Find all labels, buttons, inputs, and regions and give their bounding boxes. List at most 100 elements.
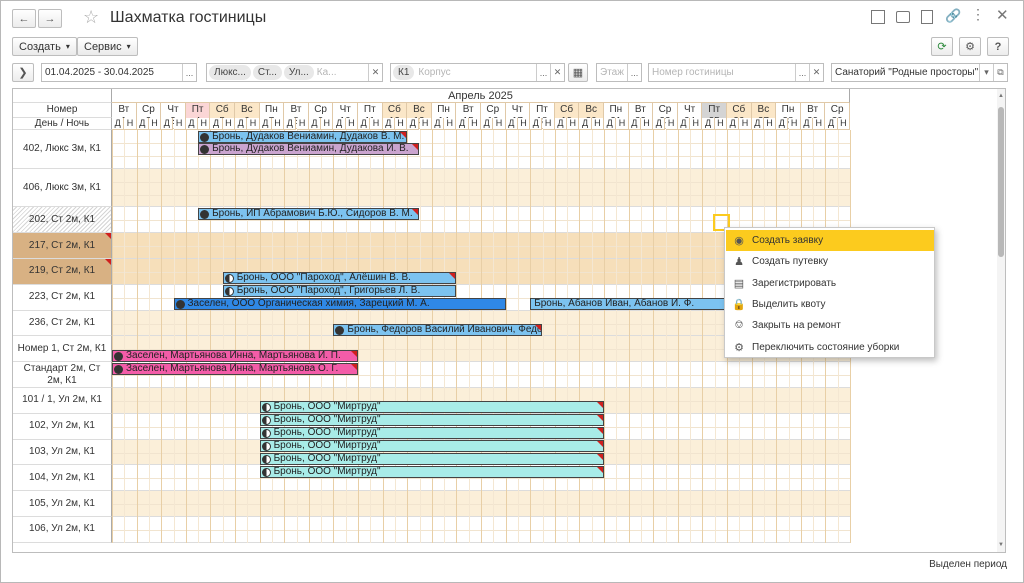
context-menu-item[interactable]: ⎊ Закрыть на ремонт [726, 315, 934, 336]
booking-bar[interactable]: Бронь, ООО "Миртруд" [259, 440, 604, 453]
weekday-label: Пт [363, 104, 376, 115]
preview-icon[interactable] [921, 10, 933, 24]
expand-filter-button[interactable]: ❯ [12, 63, 34, 82]
clear-room-type-button[interactable]: ✕ [368, 64, 382, 81]
context-menu-item[interactable]: ♟ Создать путевку [726, 251, 934, 272]
period-field[interactable]: 01.04.2025 - 30.04.2025... [41, 63, 197, 82]
night-label: Н [173, 118, 186, 130]
booking-bar[interactable]: Бронь, Абанов Иван, Абанов И. Ф. [530, 298, 727, 311]
building-field[interactable]: К1 Корпус ... ✕ [390, 63, 565, 82]
room-label[interactable]: 223, Ст 2м, К1 [13, 284, 112, 311]
grid-line [185, 130, 187, 543]
context-menu-item[interactable]: 🔒 Выделить квоту [726, 294, 934, 315]
booking-bar[interactable]: Бронь, ООО "Миртруд" [259, 453, 604, 465]
night-label: Н [813, 118, 826, 130]
booking-bar[interactable]: Бронь, ООО "Миртруд" [259, 465, 604, 478]
settings-button[interactable]: ⚙ [959, 37, 981, 56]
scrollbar-thumb[interactable] [998, 107, 1004, 257]
booking-bar[interactable]: Заселен, Мартьянова Инна, Мартьянова И. … [112, 349, 358, 362]
room-number-field[interactable]: Номер гостиницы... ✕ [648, 63, 824, 82]
room-label[interactable]: Номер 1, Ст 2м, К1 [13, 336, 112, 363]
grid-line [665, 130, 667, 543]
room-label[interactable]: 105, Ул 2м, К1 [13, 491, 112, 517]
booking-bar[interactable]: Бронь, ООО "Пароход", Григорьев Л. В. [222, 285, 457, 298]
service-button[interactable]: Сервис ▾ [77, 37, 138, 56]
clear-room-button[interactable]: ✕ [809, 64, 823, 81]
room-label[interactable]: 202, Ст 2м, К1 [13, 207, 112, 234]
booking-label: Бронь, Дудаков Вениамин, Дудакова И. В. [212, 143, 409, 155]
close-icon[interactable]: ✕ [996, 6, 1009, 24]
context-menu-item[interactable]: ◉ Создать заявку [726, 230, 934, 251]
floor-field[interactable]: Этаж... [596, 63, 642, 82]
scroll-up-icon[interactable]: ▲ [998, 93, 1004, 99]
room-label[interactable]: Стандарт 2м, Ст 2м, К1 [13, 362, 112, 388]
booking-bar[interactable]: Заселен, ООО Органическая химия, Зарецки… [173, 298, 506, 311]
room-label[interactable]: 102, Ул 2м, К1 [13, 413, 112, 440]
grid-line [702, 130, 704, 543]
booking-bar[interactable]: Бронь, ИП Абрамович Б.Ю., Сидоров В. М. [198, 207, 420, 220]
booking-status-icon [224, 287, 234, 297]
blocked-flag-icon [105, 233, 111, 240]
room-label[interactable]: 402, Люкс 3м, К1 [13, 130, 112, 169]
save-icon[interactable] [871, 10, 885, 24]
create-button[interactable]: Создать ▾ [12, 37, 77, 56]
booking-bar[interactable]: Заселен, Мартьянова Инна, Мартьянова О. … [112, 362, 358, 375]
select-floor-button[interactable]: ... [627, 64, 641, 81]
scroll-down-icon[interactable]: ▼ [998, 542, 1004, 548]
app-window: ← → ☆ Шахматка гостиницы 🔗 ⋮ ✕ Создать ▾ … [0, 0, 1024, 583]
refresh-button[interactable]: ⟳ [931, 37, 953, 56]
select-period-button[interactable]: ... [182, 64, 196, 81]
night-label: Н [345, 118, 358, 130]
open-sanatorium-button[interactable]: ⧉ [993, 64, 1007, 81]
more-icon[interactable]: ⋮ [971, 6, 985, 23]
clear-building-button[interactable]: ✕ [550, 64, 564, 81]
weekday-label: Пн [781, 104, 795, 115]
booking-bar[interactable]: Бронь, ООО "Миртруд" [259, 427, 604, 440]
room-label[interactable]: 406, Люкс 3м, К1 [13, 168, 112, 208]
room-label[interactable]: 106, Ул 2м, К1 [13, 517, 112, 543]
building-chip[interactable]: К1 [393, 65, 415, 80]
chevron-down-icon: ▾ [126, 42, 131, 51]
grid-line [604, 130, 605, 543]
room-type-chip[interactable]: Ул... [283, 65, 314, 80]
building-select-button[interactable]: ▦ [568, 63, 588, 82]
forward-button[interactable]: → [38, 9, 62, 28]
context-menu-item[interactable]: ⚙ Переключить состояние уборки [726, 337, 934, 358]
booking-bar[interactable]: Бронь, ООО "Миртруд" [259, 401, 604, 414]
weekday-label: Чт [683, 104, 696, 115]
help-button[interactable]: ? [987, 37, 1009, 56]
context-menu-item[interactable]: ▤ Зарегистрировать [726, 273, 934, 294]
print-icon[interactable] [896, 11, 910, 23]
weekday-label: Вс [413, 104, 425, 115]
broom-icon: ⚙ [734, 341, 744, 354]
person-icon: ♟ [734, 256, 744, 269]
room-type-field[interactable]: Люкс... Ст... Ул... Ка... ✕ [206, 63, 383, 82]
booking-bar[interactable]: Бронь, Дудаков Вениамин, Дудаков В. М. [198, 130, 408, 143]
room-type-chip[interactable]: Люкс... [209, 65, 251, 80]
room-label[interactable]: 101 / 1, Ул 2м, К1 [13, 388, 112, 414]
link-icon[interactable]: 🔗 [945, 8, 961, 24]
room-label[interactable]: 103, Ул 2м, К1 [13, 439, 112, 466]
booking-bar[interactable]: Бронь, Дудаков Вениамин, Дудакова И. В. [198, 143, 420, 156]
vertical-scrollbar[interactable]: ▲ ▼ [997, 89, 1005, 552]
select-room-button[interactable]: ... [795, 64, 809, 81]
room-label[interactable]: 236, Ст 2м, К1 [13, 310, 112, 337]
room-type-chip[interactable]: Ст... [252, 65, 282, 80]
day-label: Д [727, 118, 740, 130]
dropdown-icon[interactable]: ▾ [979, 64, 993, 81]
sanatorium-select[interactable]: Санаторий "Родные просторы" ▾ ⧉ [831, 63, 1008, 82]
day-label: Д [776, 118, 789, 130]
grid-line [419, 130, 421, 543]
booking-bar[interactable]: Бронь, Федоров Василий Иванович, Федоров… [333, 324, 543, 336]
room-label[interactable]: 219, Ст 2м, К1 [13, 259, 112, 285]
booking-bar[interactable]: Бронь, ООО "Пароход", Алёшин В. В. [222, 272, 457, 285]
room-label[interactable]: 104, Ул 2м, К1 [13, 465, 112, 492]
booking-label: Бронь, ООО "Миртруд" [273, 401, 381, 413]
room-type-chip[interactable]: Ка... [317, 67, 337, 78]
back-button[interactable]: ← [12, 9, 36, 28]
select-building-button[interactable]: ... [536, 64, 550, 81]
favorite-star-icon[interactable]: ☆ [83, 7, 99, 28]
booking-bar[interactable]: Бронь, ООО "Миртруд" [259, 414, 604, 427]
gear-icon: ⚙ [965, 41, 975, 53]
room-label[interactable]: 217, Ст 2м, К1 [13, 233, 112, 259]
